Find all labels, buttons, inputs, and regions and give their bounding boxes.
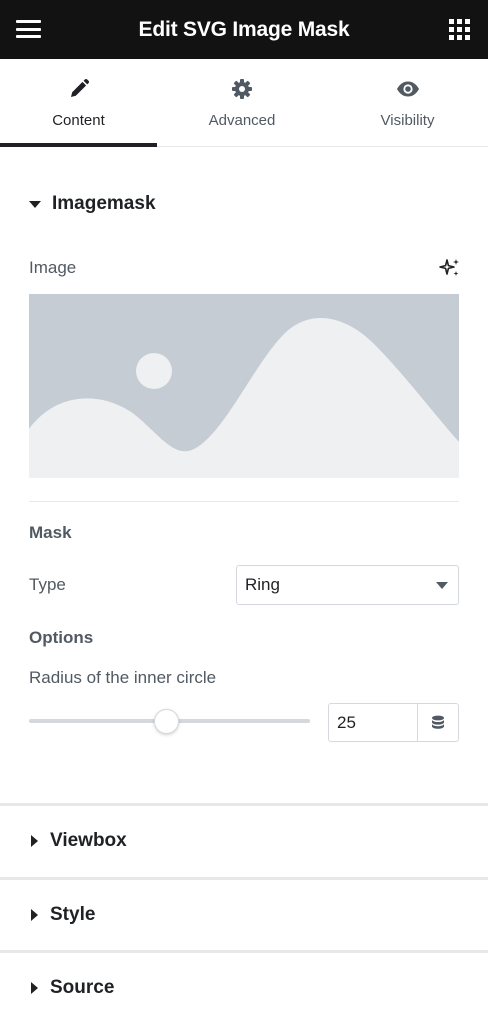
caret-right-icon [31,834,38,847]
section-source-toggle[interactable]: Source [0,950,488,1022]
type-select-value: Ring [245,575,280,594]
type-label: Type [29,575,66,594]
caret-down-icon [29,201,41,208]
section-source-title: Source [50,976,115,998]
divider [29,501,459,502]
grid-icon[interactable] [449,19,470,40]
type-select[interactable]: Ring [236,565,459,605]
image-label: Image [29,258,77,277]
database-icon [432,715,444,729]
section-style-title: Style [50,903,96,925]
panel-tabs: Content Advanced Visibility [0,59,488,147]
section-imagemask-title: Imagemask [52,193,156,214]
tab-visibility-label: Visibility [380,112,435,129]
tab-advanced-label: Advanced [208,112,276,129]
image-placeholder[interactable] [29,294,459,478]
panel-header: Edit SVG Image Mask [0,0,488,59]
tab-visibility[interactable]: Visibility [327,59,488,146]
caret-right-icon [31,908,38,921]
hamburger-icon[interactable] [16,20,41,38]
mask-heading: Mask [29,523,72,542]
section-imagemask-toggle[interactable]: Imagemask [29,193,156,215]
radius-label: Radius of the inner circle [29,668,217,687]
dynamic-tags-button[interactable] [417,703,459,742]
eye-icon [396,78,420,100]
tab-advanced[interactable]: Advanced [157,59,327,146]
panel-title: Edit SVG Image Mask [138,17,350,41]
editor-panel: Edit SVG Image Mask Content Advanced Vis… [0,0,488,1024]
section-style-toggle[interactable]: Style [0,877,488,949]
radius-input[interactable] [328,703,418,742]
radius-slider-handle[interactable] [154,709,180,734]
section-viewbox-title: Viewbox [50,829,127,851]
chevron-down-icon [436,582,448,589]
section-viewbox-toggle[interactable]: Viewbox [0,803,488,875]
tab-content[interactable]: Content [0,59,157,147]
caret-right-icon [31,981,38,994]
gear-icon [231,78,253,100]
tab-content-label: Content [52,112,105,129]
sparkle-icon[interactable] [439,257,461,279]
pencil-icon [68,78,90,100]
options-heading: Options [29,628,94,647]
